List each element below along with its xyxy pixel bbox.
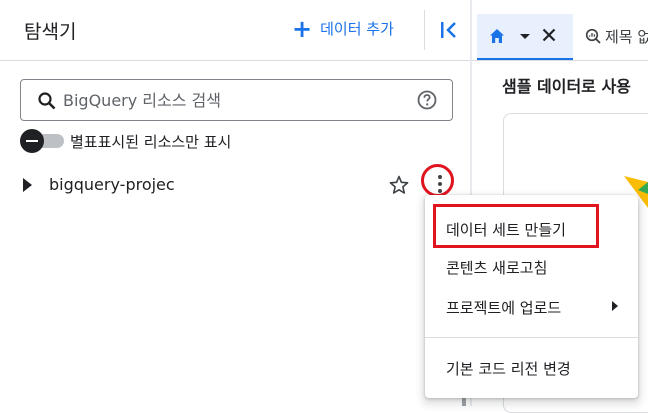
sample-data-heading: 샘플 데이터로 사용 [502, 77, 631, 96]
home-icon [490, 29, 504, 43]
header-bottom-divider [0, 60, 470, 61]
star-icon[interactable] [388, 174, 410, 196]
help-icon[interactable] [417, 90, 437, 110]
menu-item-label: 기본 코드 리전 변경 [446, 360, 571, 378]
tab-dropdown-icon[interactable] [520, 34, 530, 39]
menu-item-label: 데이터 세트 만들기 [446, 221, 566, 239]
project-name[interactable]: bigquery-project [49, 175, 175, 194]
menu-item-label: 프로젝트에 업로드 [446, 299, 562, 317]
context-menu: 데이터 세트 만들기 콘텐츠 새로고침 프로젝트에 업로드 기본 코드 리전 변… [425, 195, 638, 398]
close-icon[interactable] [539, 25, 559, 45]
starred-filter-row: 별표표시된 리소스만 표시 [20, 129, 231, 153]
menu-item-upload-to-project[interactable]: 프로젝트에 업로드 [425, 287, 638, 327]
tabs-divider [472, 60, 648, 61]
tab-home[interactable] [477, 14, 573, 60]
scrollbar-thumb[interactable] [462, 398, 466, 406]
explorer-panel: 탐색기 + 데이터 추가 별표표시된 리소스만 표시 bigq [0, 0, 470, 406]
starred-only-toggle[interactable] [20, 129, 66, 153]
collapse-panel-button[interactable] [438, 18, 460, 42]
kebab-dot [438, 189, 442, 193]
starred-only-label: 별표표시된 리소스만 표시 [70, 132, 232, 151]
kebab-dot [438, 175, 442, 179]
more-actions-icon[interactable] [430, 172, 450, 196]
submenu-arrow-icon [612, 301, 618, 311]
search-input[interactable] [63, 86, 403, 114]
collapse-left-icon [441, 22, 456, 38]
query-icon [585, 28, 601, 44]
tab-untitled-query[interactable]: 제목 없음 [583, 14, 648, 60]
project-tree-row[interactable]: bigquery-project [0, 168, 470, 202]
add-data-button[interactable]: + 데이터 추가 [292, 14, 394, 43]
kebab-dot [438, 182, 442, 186]
plus-icon: + [292, 14, 313, 43]
add-data-label: 데이터 추가 [320, 20, 394, 38]
tab-label: 제목 없음 [605, 28, 648, 46]
header-divider [424, 10, 425, 50]
resource-search-box [20, 79, 453, 121]
menu-item-label: 콘텐츠 새로고침 [446, 259, 548, 277]
explorer-title: 탐색기 [24, 21, 77, 43]
menu-item-create-dataset[interactable]: 데이터 세트 만들기 [425, 209, 638, 249]
toggle-knob [20, 129, 44, 153]
expand-arrow-icon[interactable] [23, 178, 32, 192]
menu-divider [425, 337, 638, 338]
search-icon [38, 92, 56, 110]
menu-item-refresh-contents[interactable]: 콘텐츠 새로고침 [425, 247, 638, 287]
menu-item-change-default-region[interactable]: 기본 코드 리전 변경 [425, 348, 638, 388]
